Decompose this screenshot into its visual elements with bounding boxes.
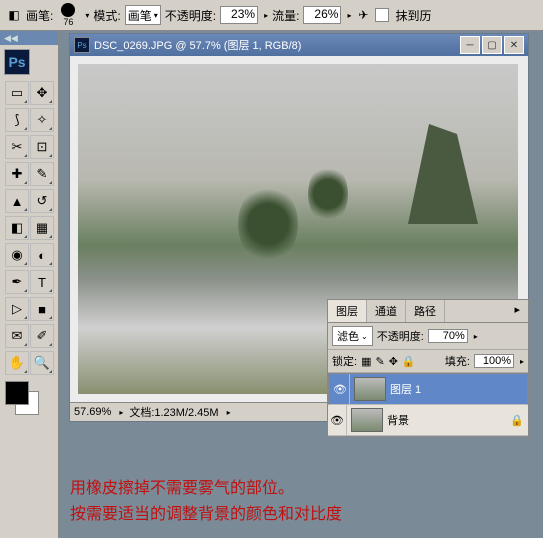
shape-tool[interactable]: ■ <box>30 297 54 321</box>
layer-item[interactable]: 👁 图层 1 <box>328 373 528 405</box>
image-detail <box>238 184 298 264</box>
eraser-tool[interactable]: ◧ <box>5 216 29 240</box>
visibility-icon[interactable]: 👁 <box>328 405 347 435</box>
chevron-right-icon[interactable]: ▸ <box>347 11 351 20</box>
layer-list: 👁 图层 1 👁 背景 🔒 <box>328 373 528 436</box>
ps-logo: Ps <box>4 49 30 75</box>
dodge-tool[interactable]: ◐ <box>30 243 54 267</box>
chevron-down-icon[interactable]: ▾ <box>85 11 89 20</box>
tab-layers[interactable]: 图层 <box>328 300 367 322</box>
flow-label: 流量: <box>272 7 299 24</box>
notes-tool[interactable]: ✉ <box>5 324 29 348</box>
fill-label: 填充: <box>445 353 470 369</box>
color-swatches[interactable] <box>0 375 58 421</box>
mode-label: 模式: <box>93 7 120 24</box>
layer-thumbnail[interactable] <box>351 408 383 432</box>
chevron-right-icon[interactable]: ▸ <box>520 357 524 366</box>
blend-row: 滤色 ⌄ 不透明度: 70% ▸ <box>328 323 528 350</box>
doc-icon: Ps <box>74 37 90 53</box>
layers-panel: 图层 通道 路径 ▸ 滤色 ⌄ 不透明度: 70% ▸ 锁定: ▦ ✎ ✥ 🔒 <box>327 299 529 437</box>
caption-line-1: 用橡皮擦掉不需要雾气的部位。 <box>70 476 342 502</box>
lock-transparency-icon[interactable]: ▦ <box>361 355 371 368</box>
tool-preset-icon[interactable]: ◧ <box>6 7 22 23</box>
tab-channels[interactable]: 通道 <box>367 300 406 322</box>
chevron-down-icon: ▾ <box>154 11 158 20</box>
brush-dot-icon <box>61 3 75 17</box>
zoom-level[interactable]: 57.69% <box>74 406 111 418</box>
chevron-right-icon[interactable]: ▸ <box>264 11 268 20</box>
caption-line-2: 按需要适当的调整背景的颜色和对比度 <box>70 502 342 528</box>
layer-name[interactable]: 图层 1 <box>390 381 421 397</box>
doc-info[interactable]: 文档:1.23M/2.45M <box>129 404 218 420</box>
workspace: Ps DSC_0269.JPG @ 57.7% (图层 1, RGB/8) ─ … <box>59 31 543 538</box>
chevron-right-icon[interactable]: ▸ <box>227 408 231 417</box>
lock-icon: 🔒 <box>510 414 524 427</box>
chevron-right-icon[interactable]: ▸ <box>474 332 478 341</box>
lasso-tool[interactable]: ⟆ <box>5 108 29 132</box>
pen-tool[interactable]: ✒ <box>5 270 29 294</box>
history-checkbox[interactable] <box>375 8 389 22</box>
image-detail <box>408 124 478 224</box>
flow-input[interactable]: 26% <box>303 6 341 24</box>
toolbox: ▭ ✥ ⟆ ✧ ✂ ⊡ ✚ ✎ ▲ ↺ ◧ ▦ ◉ ◐ ✒ T ▷ ■ ✉ ✐ <box>0 81 58 375</box>
mode-select[interactable]: 画笔▾ <box>125 5 161 25</box>
eyedropper-tool[interactable]: ✐ <box>30 324 54 348</box>
maximize-button[interactable]: ▢ <box>482 36 502 54</box>
blend-mode-select[interactable]: 滤色 ⌄ <box>332 326 373 346</box>
image-detail <box>308 164 348 224</box>
crop-tool[interactable]: ✂ <box>5 135 29 159</box>
type-tool[interactable]: T <box>30 270 54 294</box>
brush-tool[interactable]: ✎ <box>30 162 54 186</box>
lock-row: 锁定: ▦ ✎ ✥ 🔒 填充: 100% ▸ <box>328 350 528 373</box>
airbrush-icon[interactable]: ✈ <box>355 7 371 23</box>
layer-thumbnail[interactable] <box>354 377 386 401</box>
panel-handle[interactable]: ◀◀ <box>0 31 58 45</box>
blur-tool[interactable]: ◉ <box>5 243 29 267</box>
layer-opacity-input[interactable]: 70% <box>428 329 468 343</box>
path-tool[interactable]: ▷ <box>5 297 29 321</box>
layer-opacity-label: 不透明度: <box>377 328 424 344</box>
tab-paths[interactable]: 路径 <box>406 300 445 322</box>
history-label: 抹到历 <box>395 7 431 24</box>
doc-title: DSC_0269.JPG @ 57.7% (图层 1, RGB/8) <box>94 37 301 53</box>
tools-panel: ◀◀ Ps ▭ ✥ ⟆ ✧ ✂ ⊡ ✚ ✎ ▲ ↺ ◧ ▦ ◉ ◐ ✒ T ▷ … <box>0 31 59 538</box>
chevron-down-icon: ⌄ <box>361 332 368 341</box>
window-buttons: ─ ▢ ✕ <box>460 36 524 54</box>
photoshop-app: ◧ 画笔: 76 ▾ 模式: 画笔▾ 不透明度: 23% ▸ 流量: 26% ▸… <box>0 0 543 538</box>
lock-all-icon[interactable]: 🔒 <box>402 355 416 368</box>
panel-menu-icon[interactable]: ▸ <box>506 300 528 322</box>
chevron-right-icon[interactable]: ▸ <box>119 408 123 417</box>
main-area: ◀◀ Ps ▭ ✥ ⟆ ✧ ✂ ⊡ ✚ ✎ ▲ ↺ ◧ ▦ ◉ ◐ ✒ T ▷ … <box>0 31 543 538</box>
minimize-button[interactable]: ─ <box>460 36 480 54</box>
gradient-tool[interactable]: ▦ <box>30 216 54 240</box>
stamp-tool[interactable]: ▲ <box>5 189 29 213</box>
tutorial-captions: 用橡皮擦掉不需要雾气的部位。 按需要适当的调整背景的颜色和对比度 <box>70 476 342 528</box>
slice-tool[interactable]: ⊡ <box>30 135 54 159</box>
lock-label: 锁定: <box>332 353 357 369</box>
panel-tabs: 图层 通道 路径 ▸ <box>328 300 528 323</box>
fill-input[interactable]: 100% <box>474 354 514 368</box>
lock-pixels-icon[interactable]: ✎ <box>375 355 384 368</box>
layer-name[interactable]: 背景 <box>387 412 409 428</box>
foreground-swatch[interactable] <box>5 381 29 405</box>
heal-tool[interactable]: ✚ <box>5 162 29 186</box>
lock-position-icon[interactable]: ✥ <box>389 355 398 368</box>
collapse-icon: ◀◀ <box>4 33 18 44</box>
title-bar[interactable]: Ps DSC_0269.JPG @ 57.7% (图层 1, RGB/8) ─ … <box>70 34 528 56</box>
zoom-tool[interactable]: 🔍 <box>30 351 54 375</box>
brush-preset-picker[interactable]: 76 <box>61 3 75 27</box>
brush-size: 76 <box>63 17 73 27</box>
move-tool[interactable]: ✥ <box>30 81 54 105</box>
layer-item[interactable]: 👁 背景 🔒 <box>328 405 528 436</box>
wand-tool[interactable]: ✧ <box>30 108 54 132</box>
visibility-icon[interactable]: 👁 <box>331 374 350 404</box>
opacity-label: 不透明度: <box>165 7 216 24</box>
history-brush-tool[interactable]: ↺ <box>30 189 54 213</box>
close-button[interactable]: ✕ <box>504 36 524 54</box>
brush-label: 画笔: <box>26 7 53 24</box>
opacity-input[interactable]: 23% <box>220 6 258 24</box>
marquee-tool[interactable]: ▭ <box>5 81 29 105</box>
options-bar: ◧ 画笔: 76 ▾ 模式: 画笔▾ 不透明度: 23% ▸ 流量: 26% ▸… <box>0 0 543 31</box>
hand-tool[interactable]: ✋ <box>5 351 29 375</box>
